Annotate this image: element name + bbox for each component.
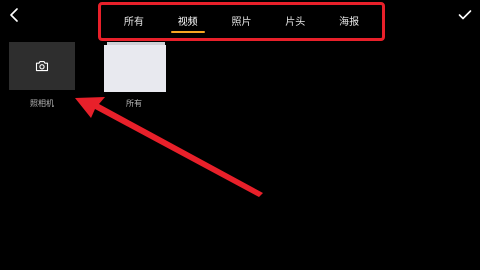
annotation-arrow bbox=[75, 97, 263, 197]
